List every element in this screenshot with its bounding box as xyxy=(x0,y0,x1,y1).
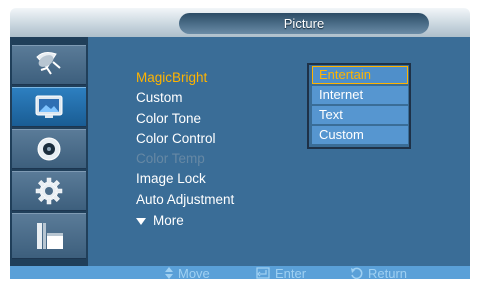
menu-item-image-lock[interactable]: Image Lock xyxy=(136,169,234,189)
sidebar xyxy=(10,37,88,266)
gear-icon xyxy=(35,177,63,205)
sidebar-item-picture[interactable] xyxy=(12,87,86,127)
enter-icon xyxy=(256,267,270,279)
dropdown-option-text[interactable]: Text xyxy=(312,106,408,124)
picture-menu: MagicBright Custom Color Tone Color Cont… xyxy=(136,68,234,231)
osd-window: Picture MagicBright Custom Color Tone Co… xyxy=(10,8,470,282)
hint-move-label: Move xyxy=(178,265,210,281)
sidebar-item-setup[interactable] xyxy=(12,171,86,211)
chevron-down-icon xyxy=(136,217,146,225)
magicbright-dropdown: Entertain Internet Text Custom xyxy=(307,63,411,149)
hint-enter: Enter xyxy=(256,266,306,281)
return-icon xyxy=(351,267,363,279)
up-down-arrow-icon xyxy=(165,267,173,279)
sidebar-item-input[interactable] xyxy=(12,45,86,85)
sidebar-item-multiscreen[interactable] xyxy=(12,213,86,259)
menu-item-magicbright[interactable]: MagicBright xyxy=(136,68,234,88)
menu-item-auto-adjustment[interactable]: Auto Adjustment xyxy=(136,190,234,210)
hint-move: Move xyxy=(165,266,210,281)
main-panel: MagicBright Custom Color Tone Color Cont… xyxy=(10,37,470,266)
menu-item-color-temp: Color Temp xyxy=(136,151,205,167)
menu-item-custom[interactable]: Custom xyxy=(136,88,234,108)
menu-item-color-tone[interactable]: Color Tone xyxy=(136,109,234,129)
key-guide: Move Enter Return xyxy=(10,260,470,282)
hint-enter-label: Enter xyxy=(275,265,307,281)
more-label: More xyxy=(153,213,184,229)
menu-item-color-control[interactable]: Color Control xyxy=(136,129,234,149)
speaker-icon xyxy=(37,137,61,161)
satellite-dish-icon xyxy=(36,52,61,75)
dropdown-option-custom[interactable]: Custom xyxy=(312,126,408,144)
dropdown-option-entertain[interactable]: Entertain xyxy=(312,66,408,84)
more-button[interactable]: More xyxy=(136,211,234,231)
sidebar-item-sound[interactable] xyxy=(12,129,86,169)
title-bar: Picture xyxy=(10,8,470,37)
dropdown-option-internet[interactable]: Internet xyxy=(312,86,408,104)
page-title: Picture xyxy=(179,13,429,34)
hint-return: Return xyxy=(350,266,407,281)
multiscreen-icon xyxy=(37,223,63,249)
hint-return-label: Return xyxy=(368,265,408,281)
picture-icon xyxy=(35,95,63,118)
